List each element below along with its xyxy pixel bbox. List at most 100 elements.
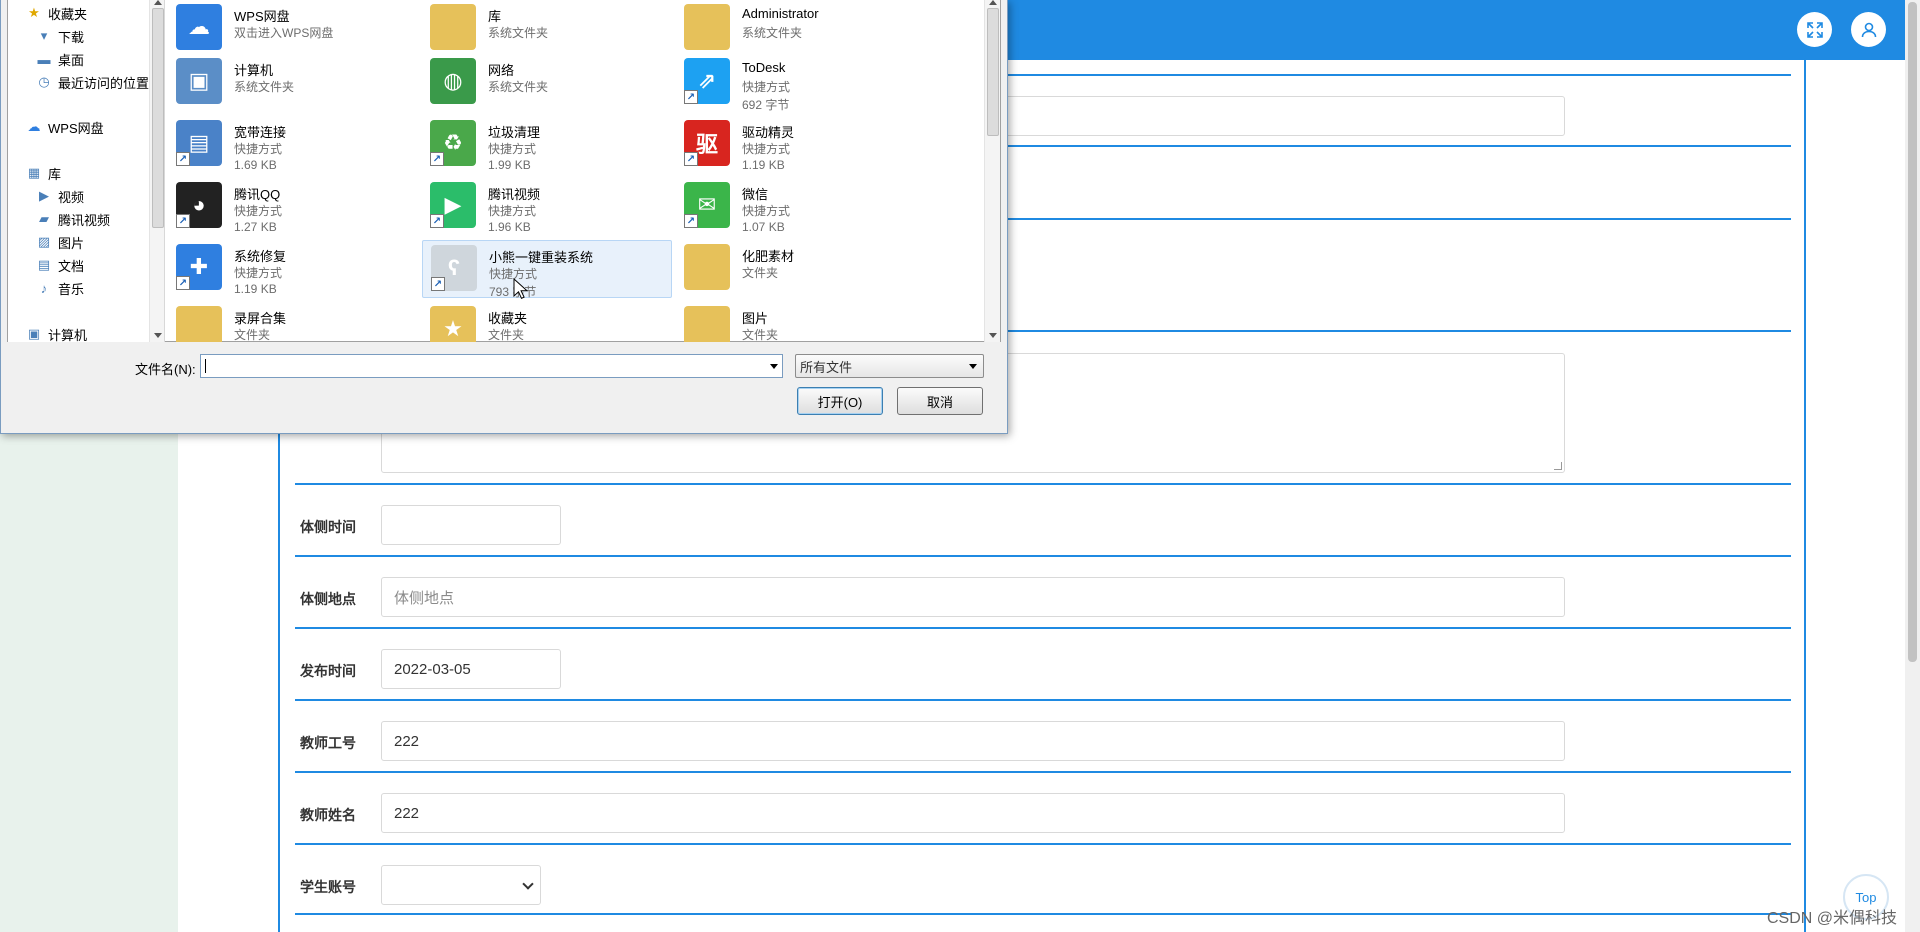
- teacher-id-input[interactable]: 222: [381, 721, 1565, 761]
- test-location-input[interactable]: 体侧地点: [381, 577, 1565, 617]
- broadband-icon: ▤ ↗: [176, 120, 222, 166]
- trash-cleanup-icon: ♻ ↗: [430, 120, 476, 166]
- file-name: 库: [488, 9, 502, 24]
- student-account-select[interactable]: [381, 865, 541, 905]
- shortcut-arrow-icon: ↗: [684, 152, 698, 166]
- nav-item[interactable]: ◷ 最近访问的位置: [36, 71, 149, 93]
- file-item[interactable]: ✉ ↗ 微信 快捷方式 1.07 KB: [676, 178, 926, 236]
- file-item[interactable]: ◍ 网络 系统文件夹: [422, 54, 672, 112]
- nav-item[interactable]: ▰ 腾讯视频: [36, 208, 110, 230]
- nav-item-label: 库: [48, 166, 62, 182]
- file-item[interactable]: ♻ ↗ 垃圾清理 快捷方式 1.99 KB: [422, 116, 672, 174]
- field-label-student-account: 学生账号: [300, 879, 356, 895]
- file-item[interactable]: 驱 ↗ 驱动精灵 快捷方式 1.19 KB: [676, 116, 926, 174]
- nav-item[interactable]: ☁ WPS网盘: [26, 116, 104, 138]
- nav-item[interactable]: ▦ 库: [26, 162, 61, 184]
- file-item[interactable]: 录屏合集 文件夹: [168, 302, 418, 342]
- file-name: 系统修复: [234, 249, 287, 264]
- nav-item[interactable]: ▨ 图片: [36, 231, 84, 253]
- filename-history-dropdown-icon[interactable]: [770, 364, 778, 369]
- nav-item[interactable]: ♪ 音乐: [36, 277, 84, 299]
- download-folder-icon: ▾: [40, 28, 48, 43]
- form-divider: [295, 843, 1791, 845]
- nav-item-label: WPS网盘: [48, 120, 104, 136]
- file-item[interactable]: Administrator 系统文件夹: [676, 0, 926, 58]
- qq-penguin-icon: ◕ ↗: [176, 182, 222, 228]
- nav-item[interactable]: ★ 收藏夹: [26, 2, 87, 24]
- dialog-browser-area: ★ 收藏夹 ▾ 下载 ▬ 桌面 ◷ 最近访问的位置 ☁ WPS网盘 ▦ 库 ▶ 视频 ▰ 腾讯视频 ▨ 图片 ▤ 文档…: [7, 0, 1001, 342]
- file-size: 692 字节: [742, 98, 790, 112]
- file-item[interactable]: ◕ ↗ 腾讯QQ 快捷方式 1.27 KB: [168, 178, 418, 236]
- file-item[interactable]: 化肥素材 文件夹: [676, 240, 926, 298]
- text-caret: [205, 359, 206, 373]
- file-sub: 快捷方式: [488, 204, 537, 218]
- nav-pane-scrollbar[interactable]: [149, 0, 164, 342]
- file-item[interactable]: ⇗ ↗ ToDesk 快捷方式 692 字节: [676, 54, 926, 112]
- file-item[interactable]: 图片 文件夹: [676, 302, 926, 342]
- scroll-down-arrow-icon[interactable]: [989, 333, 997, 338]
- nav-item-label: 视频: [58, 189, 85, 205]
- file-item[interactable]: ▶ ↗ 腾讯视频 快捷方式 1.96 KB: [422, 178, 672, 236]
- teacher-name-input[interactable]: 222: [381, 793, 1565, 833]
- video-icon: ▶: [39, 188, 49, 203]
- file-size: 1.07 KB: [742, 220, 785, 234]
- file-sub: 双击进入WPS网盘: [234, 26, 334, 40]
- user-icon: [1861, 22, 1876, 37]
- page-scrollbar[interactable]: [1905, 0, 1920, 932]
- file-list-scrollbar[interactable]: [984, 0, 1000, 342]
- nav-item[interactable]: ▤ 文档: [36, 254, 84, 276]
- nav-item[interactable]: ▣ 计算机: [26, 323, 87, 342]
- file-item[interactable]: 库系统文件夹: [422, 0, 672, 58]
- file-item[interactable]: ▣ 计算机 系统文件夹: [168, 54, 418, 112]
- resize-grip[interactable]: [1554, 462, 1562, 470]
- file-sub: 系统文件夹: [742, 26, 803, 40]
- file-size: 1.69 KB: [234, 158, 277, 172]
- shortcut-arrow-icon: ↗: [431, 277, 445, 291]
- field-label-publish-time: 发布时间: [300, 663, 356, 679]
- publish-time-input[interactable]: 2022-03-05: [381, 649, 561, 689]
- file-sub: 系统文件夹: [488, 80, 549, 94]
- network-globe-icon: ◍: [430, 58, 476, 104]
- file-type-select[interactable]: 所有文件: [795, 354, 984, 378]
- page-scrollbar-thumb[interactable]: [1908, 2, 1917, 662]
- watermark-text: CSDN @米偶科技: [1767, 910, 1898, 927]
- user-folder-icon: [684, 4, 730, 50]
- file-item[interactable]: ▤ ↗ 宽带连接 快捷方式 1.69 KB: [168, 116, 418, 174]
- computer-icon: ▣: [27, 326, 41, 341]
- file-item[interactable]: ʕ ↗ 小熊一键重装系统 快捷方式 793 字节: [422, 240, 672, 299]
- file-item[interactable]: ★ 收藏夹 文件夹: [422, 302, 672, 342]
- nav-item[interactable]: ▬ 桌面: [36, 48, 85, 70]
- nav-scrollbar-thumb[interactable]: [152, 8, 164, 228]
- file-item[interactable]: ☁ WPS网盘 双击进入WPS网盘: [168, 0, 418, 58]
- desktop-icon: ▬: [37, 51, 51, 67]
- file-size: 1.19 KB: [742, 158, 785, 172]
- library-icon: ▦: [27, 165, 41, 180]
- file-sub: 快捷方式: [234, 142, 283, 156]
- navigation-pane: ★ 收藏夹 ▾ 下载 ▬ 桌面 ◷ 最近访问的位置 ☁ WPS网盘 ▦ 库 ▶ 视频 ▰ 腾讯视频 ▨ 图片 ▤ 文档…: [8, 0, 165, 342]
- file-sub: 快捷方式: [742, 142, 791, 156]
- filename-input[interactable]: [200, 354, 783, 378]
- test-time-input[interactable]: [381, 505, 561, 545]
- open-button[interactable]: 打开(O): [797, 387, 883, 415]
- file-size: 1.19 KB: [234, 282, 277, 296]
- field-label-test-time: 体侧时间: [300, 519, 356, 535]
- system-repair-icon: ✚ ↗: [176, 244, 222, 290]
- scroll-down-arrow-icon[interactable]: [154, 333, 162, 338]
- fullscreen-button[interactable]: [1797, 12, 1832, 47]
- file-name: WPS网盘: [234, 9, 290, 24]
- tencent-video-icon: ▶ ↗: [430, 182, 476, 228]
- file-item[interactable]: ✚ ↗ 系统修复快捷方式 1.19 KB: [168, 240, 418, 298]
- file-sub: 快捷方式: [234, 266, 283, 280]
- file-sub: 快捷方式: [234, 204, 283, 218]
- scroll-up-arrow-icon[interactable]: [989, 0, 997, 5]
- folder-icon: [176, 306, 222, 342]
- scroll-up-arrow-icon[interactable]: [154, 0, 162, 5]
- file-name: 录屏合集: [234, 311, 287, 326]
- user-profile-button[interactable]: [1851, 12, 1886, 47]
- nav-item[interactable]: ▶ 视频: [36, 185, 84, 207]
- file-scrollbar-thumb[interactable]: [987, 8, 999, 136]
- file-sub: 快捷方式: [488, 142, 537, 156]
- cancel-button[interactable]: 取消: [897, 387, 983, 415]
- nav-item[interactable]: ▾ 下载: [36, 25, 84, 47]
- picture-icon: ▨: [37, 234, 51, 249]
